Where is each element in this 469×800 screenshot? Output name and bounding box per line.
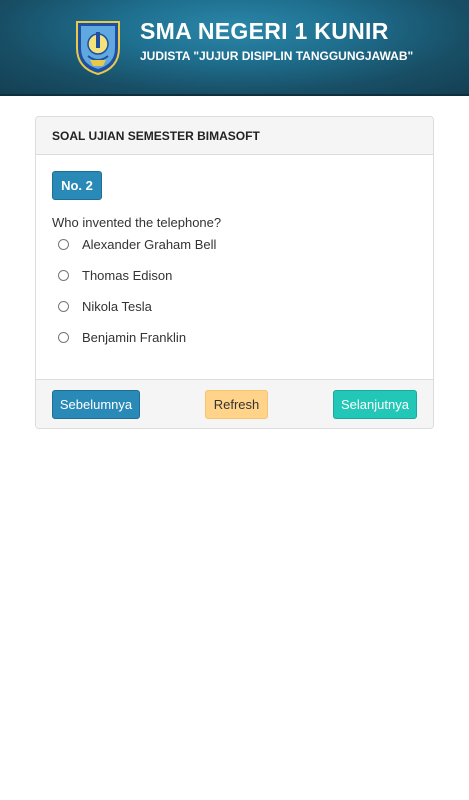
answer-option[interactable]: Alexander Graham Bell — [58, 237, 216, 252]
answer-option[interactable]: Thomas Edison — [58, 268, 172, 283]
radio-button[interactable] — [58, 270, 69, 281]
question-number-badge: No. 2 — [52, 171, 102, 200]
page-header: SMA NEGERI 1 KUNIR JUDISTA "JUJUR DISIPL… — [0, 0, 469, 96]
school-name: SMA NEGERI 1 KUNIR — [140, 18, 389, 44]
exam-title: SOAL UJIAN SEMESTER BIMASOFT — [36, 117, 433, 155]
answer-option-label: Alexander Graham Bell — [82, 237, 217, 252]
question-text: Who invented the telephone? — [52, 215, 222, 230]
answer-option-label: Nikola Tesla — [82, 299, 152, 314]
exam-card: SOAL UJIAN SEMESTER BIMASOFT No. 2 Who i… — [35, 116, 434, 429]
answer-option-label: Benjamin Franklin — [82, 330, 187, 345]
radio-button[interactable] — [58, 239, 69, 250]
navigation-footer: Sebelumnya Refresh Selanjutnya — [36, 379, 433, 428]
radio-button[interactable] — [58, 301, 69, 312]
refresh-button[interactable]: Refresh — [205, 390, 268, 419]
answer-option-label: Thomas Edison — [82, 268, 173, 283]
school-crest-icon — [76, 21, 120, 76]
radio-button[interactable] — [58, 332, 69, 343]
previous-button[interactable]: Sebelumnya — [52, 390, 140, 419]
answer-option[interactable]: Benjamin Franklin — [58, 330, 186, 345]
school-motto: JUDISTA "JUJUR DISIPLIN TANGGUNGJAWAB" — [140, 49, 414, 63]
next-button[interactable]: Selanjutnya — [333, 390, 417, 419]
answer-option[interactable]: Nikola Tesla — [58, 299, 152, 314]
